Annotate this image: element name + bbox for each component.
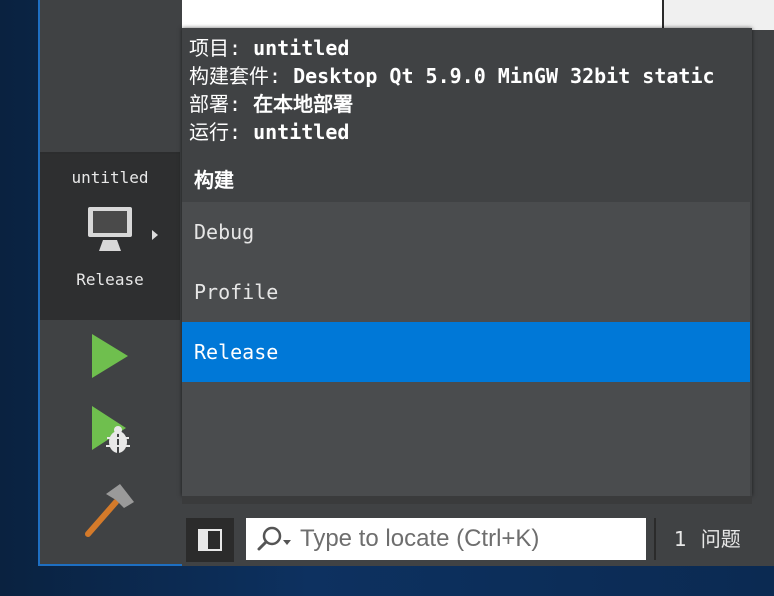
search-icon: [257, 526, 291, 551]
popup-bottom-edge: [182, 496, 752, 504]
target-config-name: Release: [76, 270, 144, 289]
hammer-icon[interactable]: [80, 480, 140, 540]
info-run-line: 运行: untitled: [189, 120, 350, 144]
sidebar-modes: [40, 0, 180, 152]
issues-count: 1: [674, 527, 687, 551]
target-project-name: untitled: [71, 168, 149, 187]
config-item-release[interactable]: Release: [182, 322, 750, 382]
debug-run-icon[interactable]: [80, 404, 140, 464]
sidebar-toggle-icon: [198, 529, 222, 551]
info-deploy-line: 部署: 在本地部署: [189, 92, 354, 116]
build-config-list: Debug Profile Release: [182, 202, 750, 496]
issues-label: 问题: [700, 527, 741, 551]
project-info: 项目: untitled 构建套件: Desktop Qt 5.9.0 MinG…: [189, 34, 715, 146]
run-icon[interactable]: [80, 328, 140, 388]
config-item-profile[interactable]: Profile: [182, 262, 750, 322]
mode-sidebar: untitled Release: [40, 0, 180, 564]
project-config-popup: 项目: untitled 构建套件: Desktop Qt 5.9.0 MinG…: [182, 28, 752, 504]
editor-area[interactable]: [182, 0, 664, 30]
info-kit-line: 构建套件: Desktop Qt 5.9.0 MinGW 32bit stati…: [189, 64, 715, 88]
monitor-icon: [88, 207, 132, 251]
config-item-debug[interactable]: Debug: [182, 202, 750, 262]
locator-input[interactable]: [300, 518, 640, 560]
locator[interactable]: [246, 518, 646, 560]
issues-pane-button[interactable]: 1 问题: [654, 518, 774, 560]
sidebar-toggle-button[interactable]: [186, 518, 234, 562]
build-section-title: 构建: [194, 168, 234, 192]
info-project-line: 项目: untitled: [189, 36, 350, 60]
editor-area-right: [664, 0, 774, 30]
target-expand-arrow-icon: [152, 230, 158, 240]
target-selector[interactable]: untitled Release: [40, 154, 180, 320]
status-bar: 1 问题: [182, 512, 774, 566]
